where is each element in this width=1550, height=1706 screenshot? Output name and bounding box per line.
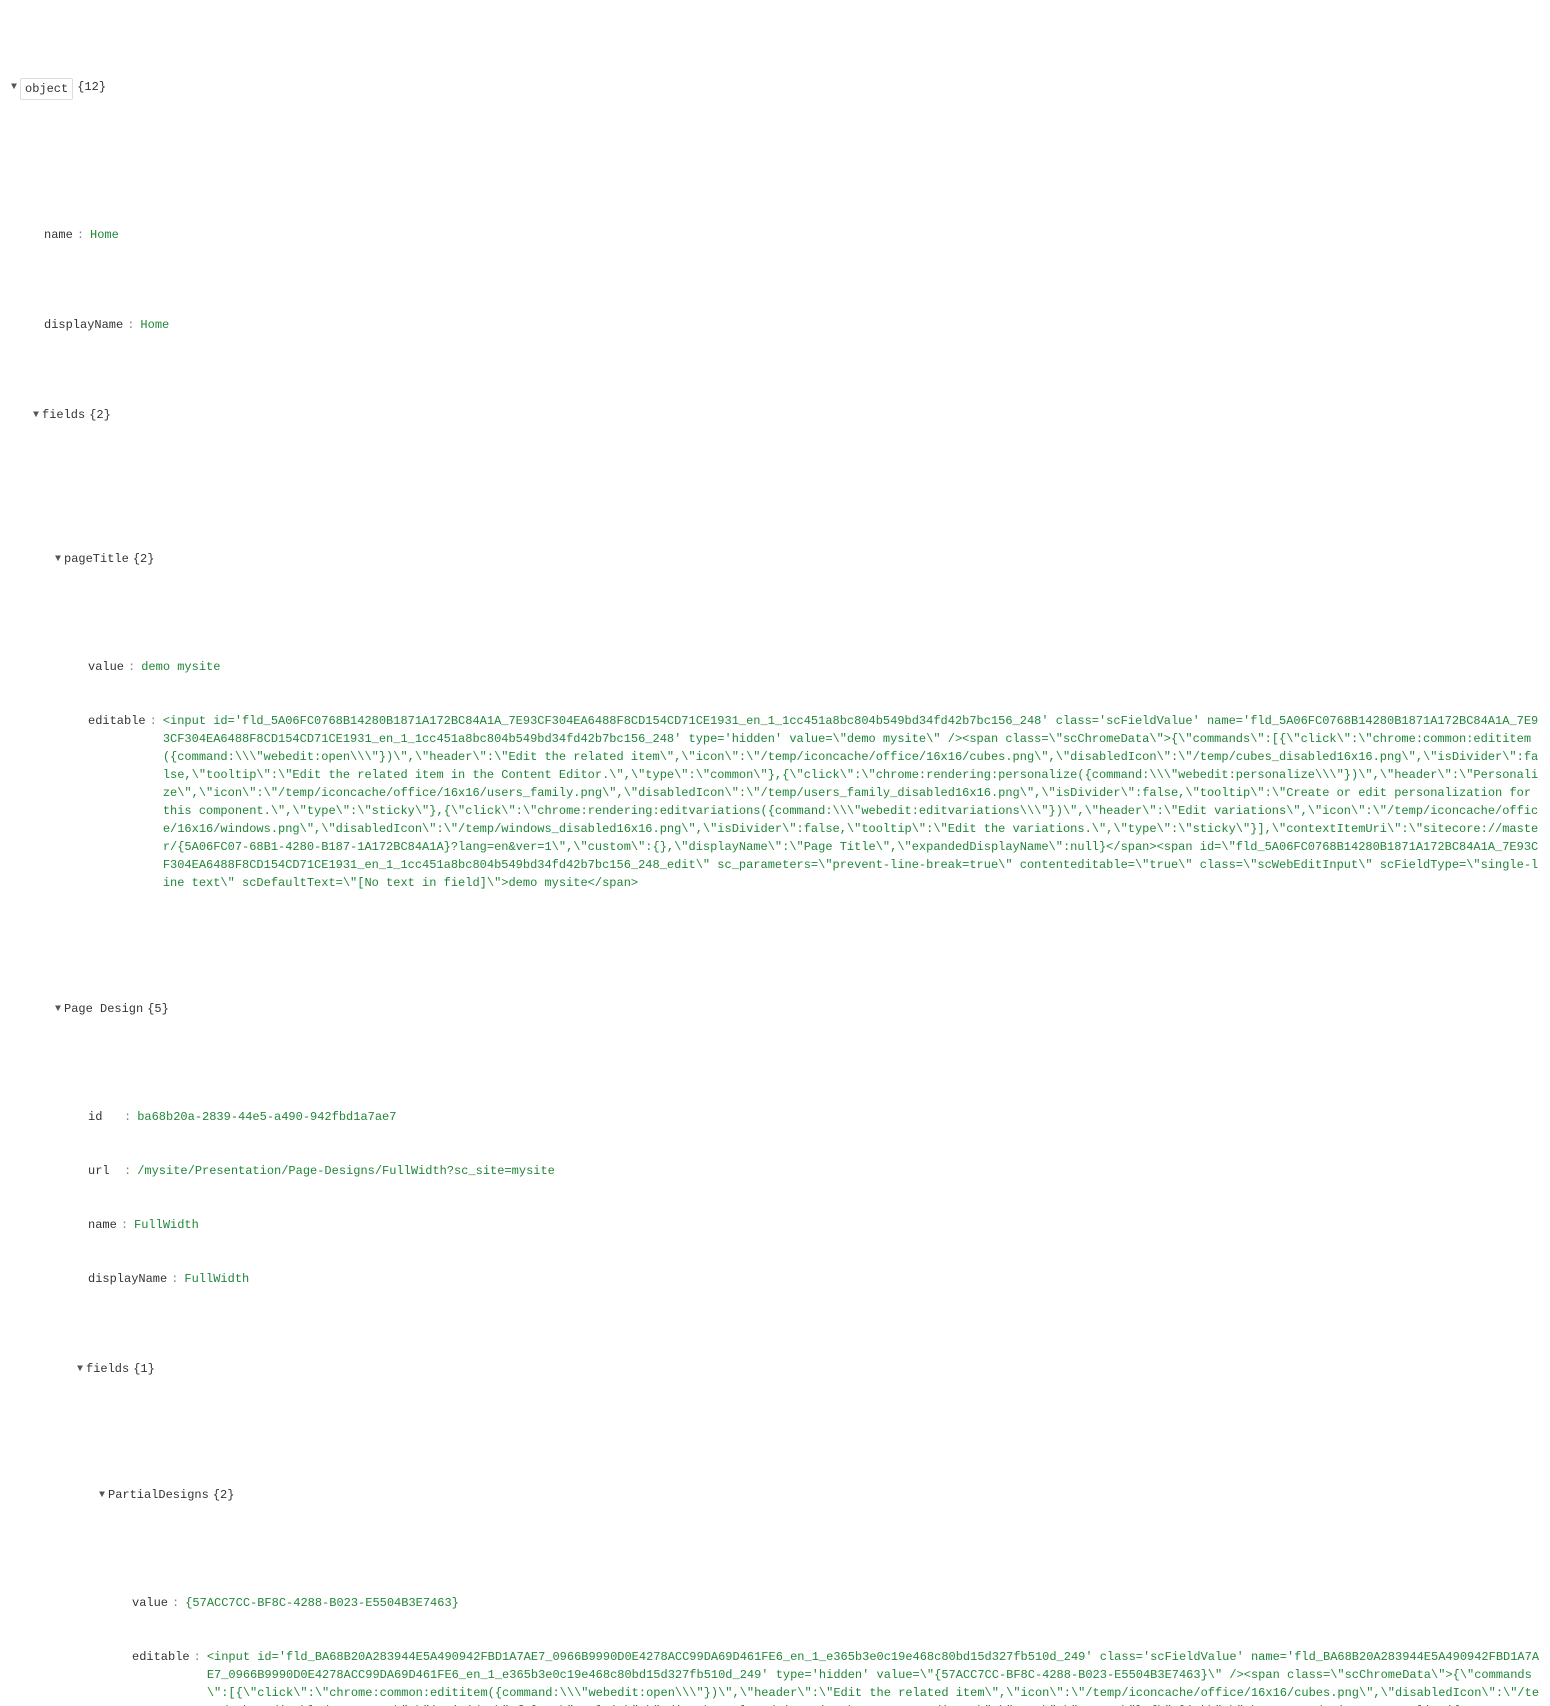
page-title-label: pageTitle	[64, 550, 129, 568]
root-label: object	[20, 78, 73, 100]
node-fields[interactable]: fields {2}	[30, 406, 1542, 424]
page-design-url: /mysite/Presentation/Page-Designs/FullWi…	[137, 1162, 555, 1180]
toggle-icon[interactable]	[30, 406, 42, 423]
node-partial-designs[interactable]: PartialDesigns {2}	[96, 1486, 1542, 1504]
prop-name: name : Home	[30, 226, 1542, 244]
prop-page-design-url: url : /mysite/Presentation/Page-Designs/…	[74, 1162, 1542, 1180]
toggle-icon[interactable]	[8, 78, 20, 95]
page-design-name: FullWidth	[134, 1216, 199, 1234]
prop-page-design-id: id : ba68b20a-2839-44e5-a490-942fbd1a7ae…	[74, 1108, 1542, 1126]
node-page-design[interactable]: Page Design {5}	[52, 1000, 1542, 1018]
page-title-editable: <input id='fld_5A06FC0768B14280B1871A172…	[163, 712, 1542, 892]
partial-designs-editable: <input id='fld_BA68B20A283944E5A490942FB…	[207, 1648, 1542, 1706]
key-display-name: displayName	[44, 316, 123, 334]
val-display-name: Home	[140, 316, 169, 334]
prop-page-title-value: value : demo mysite	[74, 658, 1542, 676]
val-name: Home	[90, 226, 119, 244]
fields-label: fields	[42, 406, 85, 424]
fields-count: {2}	[85, 406, 111, 424]
page-design-display-name: FullWidth	[184, 1270, 249, 1288]
toggle-icon[interactable]	[52, 1000, 64, 1017]
prop-partial-designs-value: value : {57ACC7CC-BF8C-4288-B023-E5504B3…	[118, 1594, 1542, 1612]
root-count: {12}	[73, 78, 106, 96]
toggle-icon[interactable]	[74, 1360, 86, 1377]
page-design-count: {5}	[143, 1000, 169, 1018]
toggle-icon[interactable]	[96, 1486, 108, 1503]
prop-page-title-editable: editable : <input id='fld_5A06FC0768B142…	[74, 712, 1542, 892]
partial-designs-value: {57ACC7CC-BF8C-4288-B023-E5504B3E7463}	[185, 1594, 459, 1612]
node-page-title[interactable]: pageTitle {2}	[52, 550, 1542, 568]
node-root[interactable]: object {12}	[8, 78, 1542, 100]
toggle-icon[interactable]	[52, 550, 64, 567]
prop-partial-designs-editable: editable : <input id='fld_BA68B20A283944…	[118, 1648, 1542, 1706]
prop-page-design-display-name: displayName : FullWidth	[74, 1270, 1542, 1288]
prop-display-name: displayName : Home	[30, 316, 1542, 334]
page-design-label: Page Design	[64, 1000, 143, 1018]
prop-page-design-name: name : FullWidth	[74, 1216, 1542, 1234]
page-design-id: ba68b20a-2839-44e5-a490-942fbd1a7ae7	[137, 1108, 396, 1126]
node-page-design-fields[interactable]: fields {1}	[74, 1360, 1542, 1378]
page-title-count: {2}	[129, 550, 155, 568]
key-name: name	[44, 226, 73, 244]
page-title-value: demo mysite	[141, 658, 220, 676]
json-viewer: object {12} name : Home displayName : Ho…	[0, 0, 1550, 1706]
